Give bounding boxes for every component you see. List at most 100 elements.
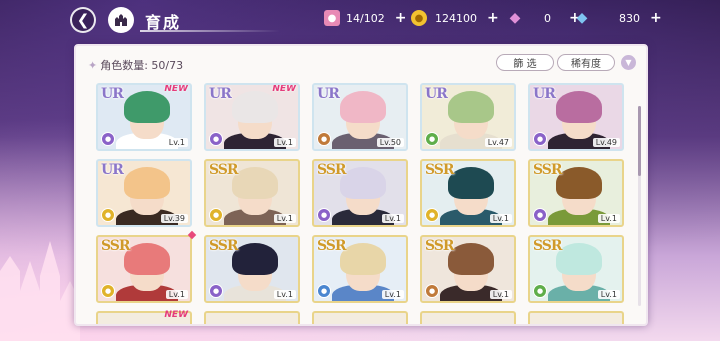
back-button[interactable]: ❮: [70, 7, 96, 33]
attribute-icon: ●: [533, 284, 547, 298]
character-card[interactable]: SSR ● Lv.1: [204, 235, 300, 303]
attribute-icon: ●: [317, 132, 331, 146]
portrait-hair: [232, 167, 278, 199]
character-panel: ✦ 角色数量: 50/73 篩 选 稀有度 ▼ UR NEW ● Lv.1 UR NEW ● L…: [74, 44, 648, 326]
add-gold-button[interactable]: +: [487, 10, 499, 26]
character-card[interactable]: SSR ● Lv.1: [420, 159, 516, 227]
rarity-badge: UR: [101, 162, 124, 178]
level-label: Lv.1: [381, 290, 404, 299]
character-card[interactable]: SSR ● Lv.1: [312, 235, 408, 303]
attribute-icon: ●: [101, 284, 115, 298]
rarity-badge: SSR: [101, 238, 131, 254]
character-card[interactable]: UR ● Lv.50: [312, 83, 408, 151]
resource-value: 14/102: [346, 11, 385, 25]
attribute-icon: ●: [317, 284, 331, 298]
portrait-hair: [448, 91, 494, 123]
pink-diamond-icon: ◆: [509, 10, 521, 26]
rarity-badge: UR: [101, 86, 124, 102]
level-label: Lv.47: [484, 138, 512, 147]
rarity-badge: UR: [317, 86, 340, 102]
level-label: Lv.1: [165, 290, 188, 299]
character-card-partial[interactable]: [204, 311, 300, 324]
rarity-badge: SSR: [533, 162, 563, 178]
portrait-hair: [124, 243, 170, 275]
level-label: Lv.1: [273, 138, 296, 147]
portrait-hair: [232, 243, 278, 275]
attribute-icon: ●: [209, 208, 223, 222]
resource-value: 124100: [435, 11, 477, 25]
character-card-partial[interactable]: [528, 311, 624, 324]
attribute-icon: ●: [533, 132, 547, 146]
attribute-icon: ●: [425, 132, 439, 146]
character-card[interactable]: UR ● Lv.39: [96, 159, 192, 227]
top-bar: ❮ 育成 ● 14/102 + ● 124100 + ◆ 0 + ◆ 830 +: [0, 0, 720, 38]
attribute-icon: ●: [101, 208, 115, 222]
rarity-badge: SSR: [317, 238, 347, 254]
candy-icon: ●: [324, 10, 340, 26]
level-label: Lv.50: [376, 138, 404, 147]
attribute-icon: ●: [209, 284, 223, 298]
add-gem-blue-button[interactable]: +: [650, 10, 662, 26]
scrollbar-thumb[interactable]: [638, 106, 641, 176]
level-label: Lv.1: [597, 214, 620, 223]
resource-gem-blue: ◆ 830 +: [574, 10, 662, 26]
character-count: ✦ 角色数量: 50/73: [88, 57, 183, 73]
resource-value: 0: [544, 11, 551, 25]
rarity-sort-button[interactable]: 稀有度: [557, 54, 615, 71]
portrait-hair: [556, 167, 602, 199]
character-card-partial[interactable]: [312, 311, 408, 324]
level-label: Lv.49: [592, 138, 620, 147]
character-card-partial[interactable]: [420, 311, 516, 324]
sort-down-icon: ▼: [625, 58, 632, 67]
resource-candy: ● 14/102 +: [324, 10, 406, 26]
add-candy-button[interactable]: +: [395, 10, 407, 26]
title-underline: [140, 30, 280, 32]
level-label: Lv.1: [165, 138, 188, 147]
attribute-icon: ●: [425, 208, 439, 222]
rarity-badge: UR: [425, 86, 448, 102]
attribute-icon: ●: [425, 284, 439, 298]
portrait-hair: [124, 91, 170, 123]
character-card[interactable]: UR ● Lv.49: [528, 83, 624, 151]
home-button[interactable]: [108, 7, 134, 33]
character-card[interactable]: SSR ● Lv.1: [204, 159, 300, 227]
level-label: Lv.1: [489, 214, 512, 223]
level-label: Lv.1: [273, 290, 296, 299]
character-card[interactable]: UR ● Lv.47: [420, 83, 516, 151]
level-label: Lv.39: [160, 214, 188, 223]
character-card[interactable]: UR NEW ● Lv.1: [204, 83, 300, 151]
character-card[interactable]: UR NEW ● Lv.1: [96, 83, 192, 151]
character-card[interactable]: SSR ● Lv.1: [528, 159, 624, 227]
rarity-badge: SSR: [209, 238, 239, 254]
resource-gold: ● 124100 +: [411, 10, 499, 26]
attribute-icon: ●: [317, 208, 331, 222]
new-badge: NEW: [272, 84, 296, 94]
gold-coin-icon: ●: [411, 10, 427, 26]
character-card[interactable]: SSR ● Lv.1: [312, 159, 408, 227]
character-card-partial[interactable]: NEW: [96, 310, 192, 324]
level-label: Lv.1: [489, 290, 512, 299]
rarity-badge: SSR: [425, 162, 455, 178]
filter-button[interactable]: 篩 选: [496, 54, 554, 71]
resource-value: 830: [619, 11, 640, 25]
sort-order-button[interactable]: ▼: [621, 55, 636, 70]
new-badge: NEW: [164, 310, 188, 320]
character-card[interactable]: SSR ● Lv.1: [528, 235, 624, 303]
portrait-hair: [340, 167, 386, 199]
attribute-icon: ●: [101, 132, 115, 146]
character-card[interactable]: SSR ● Lv.1: [420, 235, 516, 303]
attribute-icon: ●: [533, 208, 547, 222]
level-label: Lv.1: [597, 290, 620, 299]
portrait-hair: [556, 243, 602, 275]
rarity-badge: SSR: [317, 162, 347, 178]
rarity-badge: SSR: [425, 238, 455, 254]
character-card[interactable]: SSR ● Lv.1: [96, 235, 192, 303]
portrait-hair: [232, 91, 278, 123]
portrait-hair: [448, 243, 494, 275]
back-arrow-icon: ❮: [76, 11, 90, 29]
portrait-hair: [340, 91, 386, 123]
rarity-badge: UR: [209, 86, 232, 102]
portrait-hair: [556, 91, 602, 123]
level-label: Lv.1: [273, 214, 296, 223]
character-count-text: 角色数量: 50/73: [100, 59, 184, 72]
